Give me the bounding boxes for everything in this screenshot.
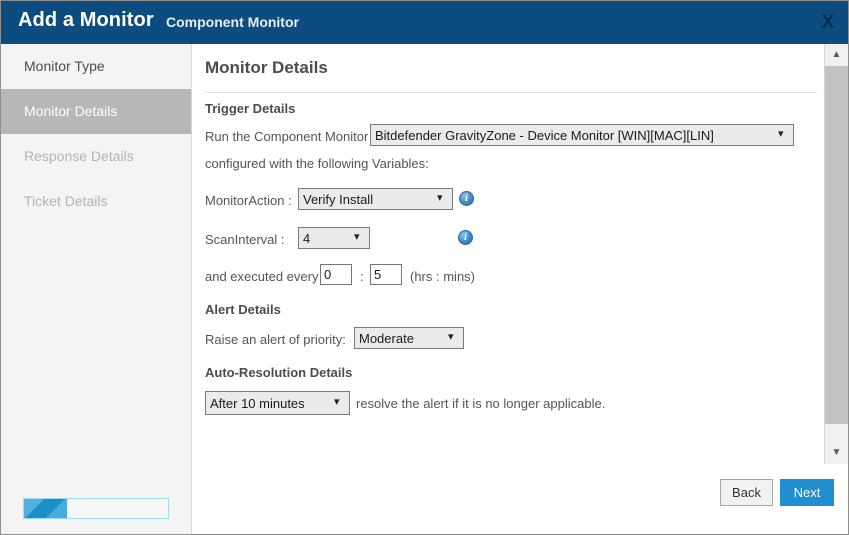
scroll-down-icon[interactable]: ▼ (825, 442, 848, 464)
scrollbar-thumb[interactable] (825, 66, 848, 424)
back-button[interactable]: Back (720, 479, 773, 506)
title-divider (205, 92, 817, 93)
sidebar-item-monitor-type[interactable]: Monitor Type (1, 44, 191, 89)
page-title: Monitor Details (205, 58, 328, 77)
dialog-title: Add a Monitor (18, 9, 154, 31)
dialog-content: Monitor Details Trigger Details Run the … (192, 44, 848, 534)
component-monitor-select[interactable]: Bitdefender GravityZone - Device Monitor… (370, 124, 794, 146)
dialog-titlebar: Add a Monitor Component Monitor X (1, 1, 848, 44)
monitor-action-label: MonitorAction : (205, 193, 292, 208)
dialog-subtitle: Component Monitor (166, 14, 299, 30)
next-button[interactable]: Next (780, 479, 834, 506)
monitor-action-select[interactable]: Verify Install (298, 188, 453, 210)
time-units-label: (hrs : mins) (410, 269, 475, 284)
content-scrollbar[interactable]: ▲ ▼ (824, 44, 848, 464)
scroll-up-icon[interactable]: ▲ (825, 44, 848, 66)
hours-input[interactable] (320, 264, 352, 285)
close-icon[interactable]: X (815, 10, 841, 36)
section-alert-details: Alert Details (205, 302, 281, 317)
content-scroll-area: Monitor Details Trigger Details Run the … (192, 44, 824, 464)
scan-interval-label: ScanInterval : (205, 232, 285, 247)
wizard-sidebar: Monitor Type Monitor Details Response De… (1, 44, 192, 534)
wizard-progress-fill (24, 499, 68, 518)
sidebar-item-monitor-details[interactable]: Monitor Details (1, 89, 191, 134)
scan-interval-info-icon[interactable]: i (458, 230, 473, 245)
run-component-monitor-label: Run the Component Monitor (205, 129, 369, 144)
section-trigger-details: Trigger Details (205, 101, 296, 116)
alert-priority-select[interactable]: Moderate (354, 327, 464, 349)
scan-interval-select[interactable]: 4 (298, 227, 370, 249)
sidebar-item-response-details[interactable]: Response Details (1, 134, 191, 179)
configured-variables-label: configured with the following Variables: (205, 156, 429, 171)
wizard-progress-bar (23, 498, 169, 519)
monitor-action-info-icon[interactable]: i (459, 191, 474, 206)
dialog-footer: Back Next (192, 464, 848, 534)
minutes-input[interactable] (370, 264, 402, 285)
auto-resolution-delay-select[interactable]: After 10 minutes (205, 391, 350, 415)
auto-resolution-trailing-text: resolve the alert if it is no longer app… (356, 396, 606, 411)
executed-every-label: and executed every (205, 269, 319, 284)
time-separator: : (360, 269, 364, 284)
sidebar-item-ticket-details[interactable]: Ticket Details (1, 179, 191, 224)
add-monitor-dialog: Add a Monitor Component Monitor X Monito… (0, 0, 849, 535)
alert-priority-label: Raise an alert of priority: (205, 332, 346, 347)
section-auto-resolution-details: Auto-Resolution Details (205, 365, 353, 380)
